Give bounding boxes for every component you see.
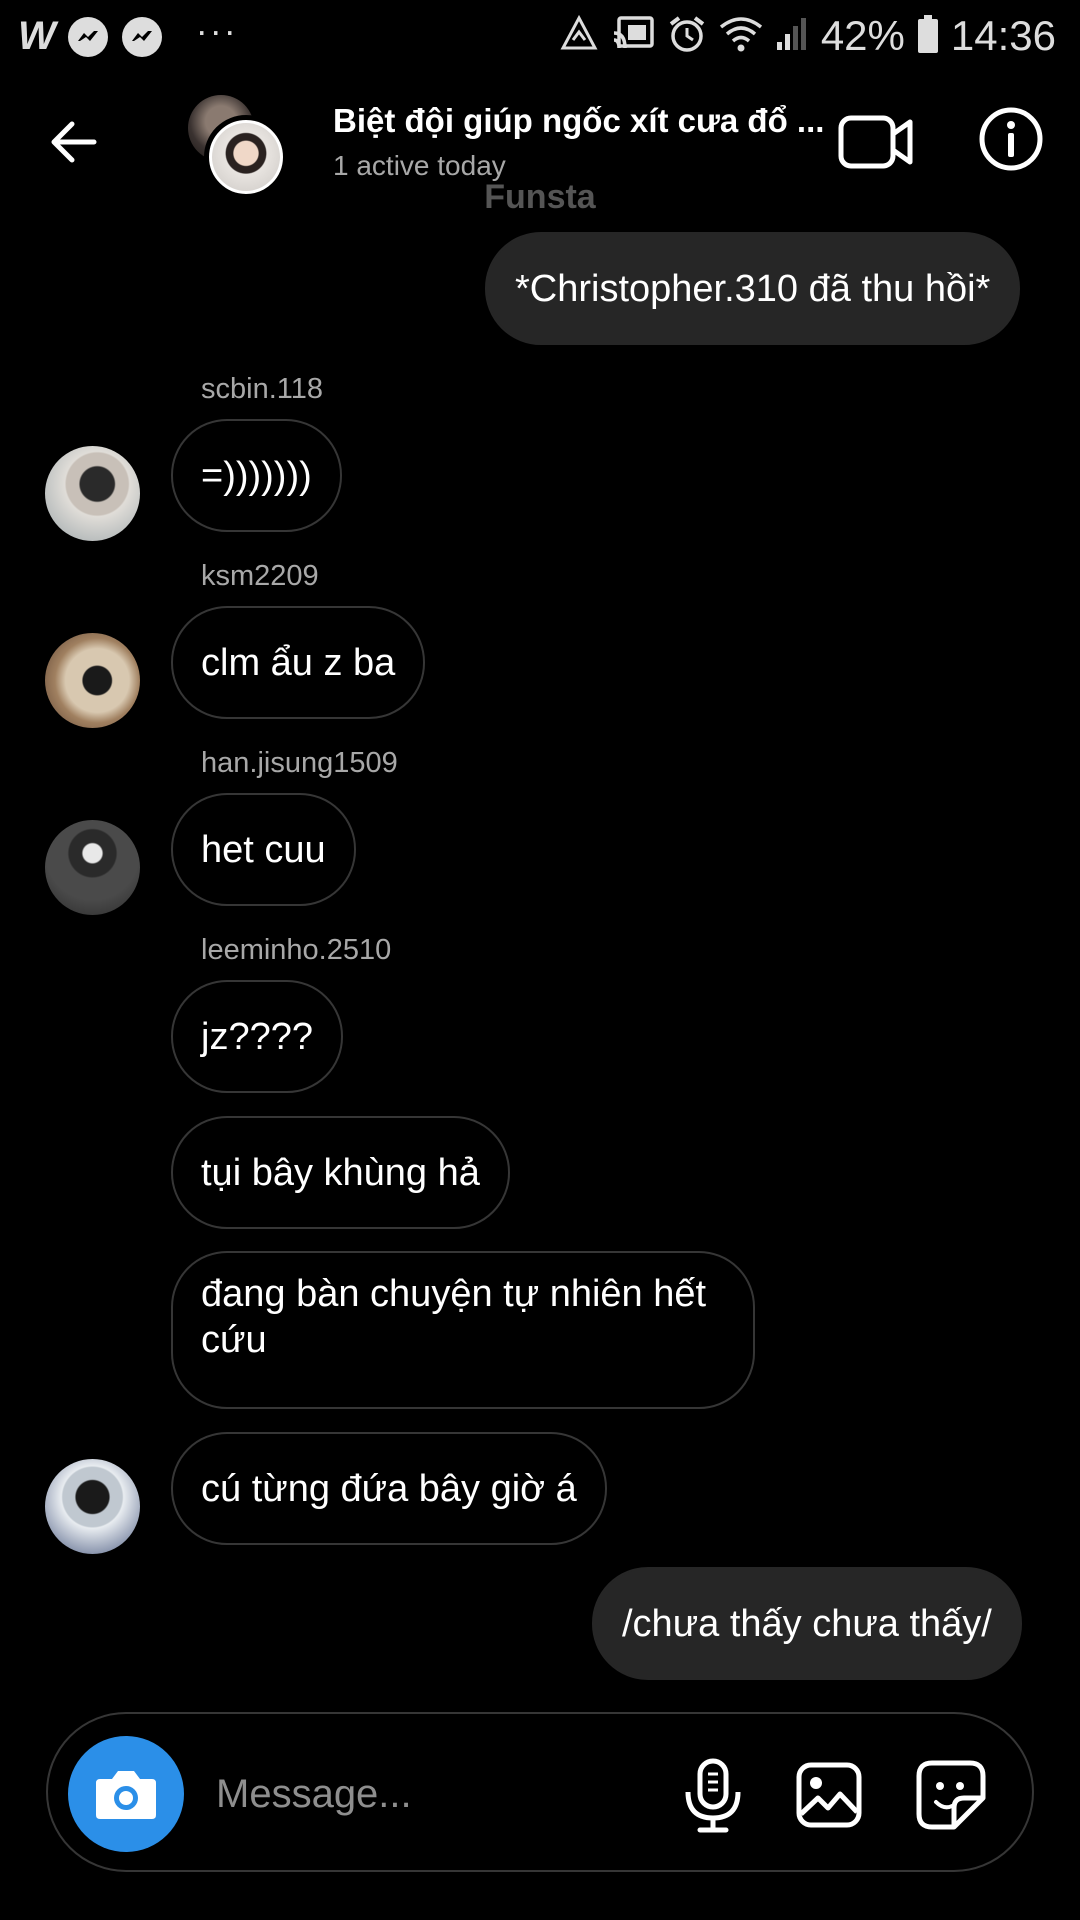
info-icon (979, 107, 1043, 171)
message-bubble[interactable]: cú từng đứa bây giờ á (171, 1432, 607, 1545)
message-bubble[interactable]: đang bàn chuyện tự nhiên hết cứu (171, 1251, 755, 1409)
avatar[interactable] (45, 1459, 140, 1554)
my-message-bubble[interactable]: /chưa thấy chưa thấy/ (592, 1567, 1022, 1680)
status-bar: W ··· 42% 14:36 (0, 0, 1080, 76)
messenger-notification-icon-2 (121, 16, 162, 57)
alarm-icon (667, 14, 707, 59)
sticker-button[interactable] (916, 1760, 986, 1830)
message-input[interactable] (216, 1764, 636, 1824)
chat-title[interactable]: Biệt đội giúp ngốc xít cưa đổ ... (333, 102, 823, 140)
microphone-icon (685, 1758, 741, 1833)
sender-name: han.jisung1509 (201, 747, 398, 779)
camera-icon (96, 1771, 156, 1819)
more-notifications-icon: ··· (195, 9, 238, 51)
avatar[interactable] (45, 446, 140, 541)
camera-button[interactable] (68, 1736, 184, 1852)
message-bubble[interactable]: jz???? (171, 980, 343, 1093)
video-camera-icon (838, 115, 913, 169)
message-bubble[interactable]: het cuu (171, 793, 356, 906)
message-bubble[interactable]: clm ẩu z ba (171, 606, 426, 719)
cast-icon (611, 15, 655, 58)
message-composer (46, 1712, 1034, 1872)
signal-icon (775, 16, 809, 57)
data-saver-icon (559, 14, 599, 59)
status-bar-left: W ··· (18, 10, 238, 59)
video-call-button[interactable] (838, 112, 914, 172)
messenger-notification-icon (67, 16, 108, 57)
gallery-icon (796, 1762, 862, 1828)
wifi-icon (719, 15, 763, 58)
gallery-button[interactable] (796, 1762, 862, 1828)
battery-percent: 42% (820, 12, 905, 59)
clock: 14:36 (950, 12, 1056, 59)
sender-name: scbin.118 (201, 373, 323, 405)
app-notification-icon: W (18, 14, 56, 58)
avatar[interactable] (45, 633, 140, 728)
avatar[interactable] (45, 820, 140, 915)
sender-name: leeminho.2510 (201, 934, 392, 966)
arrow-left-icon (51, 121, 97, 163)
message-bubble[interactable]: tụi bây khùng hả (171, 1116, 510, 1229)
microphone-button[interactable] (678, 1758, 748, 1834)
status-bar-right: 42% 14:36 (559, 12, 1056, 60)
message-bubble[interactable]: =))))))) (171, 419, 342, 532)
sticker-icon (916, 1760, 986, 1830)
info-button[interactable] (978, 106, 1044, 172)
battery-icon (917, 14, 939, 59)
my-message-bubble[interactable]: *Christopher.310 đã thu hồi* (485, 232, 1021, 345)
back-button[interactable] (46, 114, 102, 170)
funsta-label: Funsta (484, 178, 596, 216)
sender-name: ksm2209 (201, 560, 319, 592)
